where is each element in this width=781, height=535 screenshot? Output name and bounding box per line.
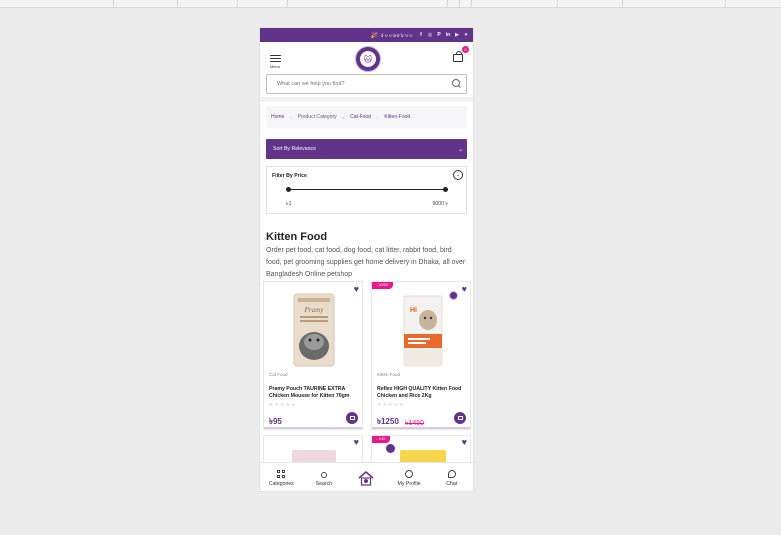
- breadcrumb-kitten-food: Kitten-Food: [384, 114, 411, 120]
- svg-text:Hi: Hi: [410, 307, 417, 314]
- breadcrumb: Home • Product Category • Cat-Food • Kit…: [266, 106, 467, 128]
- breadcrumb-cat-food[interactable]: Cat-Food: [350, 114, 371, 120]
- filter-title: Filter By Price: [272, 173, 307, 179]
- product-card[interactable]: - ৳200 ♥ Hi Kitten Food Reflex HIGH QUAL…: [371, 281, 471, 430]
- nav-chat[interactable]: Chat: [430, 463, 473, 491]
- home-icon: [358, 470, 375, 486]
- divider: [260, 97, 473, 102]
- browser-top-strip: [0, 0, 781, 8]
- add-to-cart-button[interactable]: [346, 412, 358, 424]
- youtube-icon[interactable]: ▶: [454, 32, 460, 38]
- breadcrumb-separator: •: [290, 114, 292, 120]
- heart-icon[interactable]: ♥: [354, 284, 359, 294]
- svg-text:Pramy: Pramy: [304, 306, 325, 314]
- price-slider-min-handle[interactable]: [286, 187, 291, 192]
- product-title[interactable]: Reflex HIGH QUALITY Kitten Food Chicken …: [377, 386, 465, 400]
- cart-count-badge: 0: [462, 46, 469, 53]
- price-slider-track[interactable]: [288, 189, 446, 190]
- linkedin-icon[interactable]: in: [445, 32, 451, 38]
- nav-home[interactable]: [345, 463, 388, 491]
- nav-profile-label: My Profile: [397, 481, 421, 487]
- breadcrumb-home[interactable]: Home: [271, 114, 284, 120]
- product-category: Kitten Food: [377, 372, 401, 377]
- breadcrumb-separator: •: [342, 114, 345, 120]
- nav-categories-label: Categories: [268, 481, 294, 487]
- nav-search-label: Search: [315, 481, 333, 487]
- menu-label: Menu: [269, 63, 280, 69]
- promo-bar: 🎉 ৫০০৬৮৮০০ f ◎ P in ▶ ✦: [260, 28, 473, 42]
- add-to-cart-button[interactable]: [454, 412, 466, 424]
- twitter-icon[interactable]: ✦: [463, 32, 469, 38]
- promo-phone: 🎉 ৫০০৬৮৮০০: [370, 32, 413, 39]
- bottom-navigation: Categories Search My Profile Chat: [260, 462, 473, 491]
- categories-icon: [277, 470, 285, 478]
- product-category: Cat Food: [269, 372, 288, 377]
- nav-profile[interactable]: My Profile: [388, 463, 431, 491]
- site-header: Menu 🐱 0: [260, 42, 473, 74]
- sort-select[interactable]: Sort By Relevance ⌄: [266, 139, 467, 159]
- filter-collapse-icon[interactable]: ⌄: [453, 170, 463, 180]
- brand-logo-icon: [386, 444, 395, 453]
- cart-icon: [457, 416, 463, 420]
- product-image-pouch[interactable]: Pramy: [284, 292, 344, 368]
- product-title[interactable]: Pramy Pouch TAURINE EXTRA Chicken Mousse…: [269, 386, 357, 400]
- discount-badge: - ৳45: [372, 436, 390, 443]
- heart-icon[interactable]: ♥: [462, 284, 467, 294]
- cart-icon: [349, 416, 355, 420]
- search-icon: [320, 472, 327, 478]
- discount-badge: - ৳200: [372, 282, 393, 289]
- cat-logo-icon: 🐱: [360, 51, 376, 67]
- chat-icon: [447, 470, 456, 478]
- price-max-label: 9000 ৳: [432, 201, 448, 207]
- page-title: Kitten Food: [266, 231, 328, 243]
- chevron-down-icon: ⌄: [457, 146, 463, 153]
- category-description: Order pet food, cat food, dog food, cat …: [266, 247, 466, 278]
- heart-icon[interactable]: ♥: [462, 437, 467, 447]
- facebook-icon[interactable]: f: [418, 32, 424, 38]
- site-logo[interactable]: 🐱: [355, 46, 381, 72]
- search-icon[interactable]: [452, 79, 460, 87]
- hamburger-icon: [267, 54, 283, 63]
- price-filter: Filter By Price ⌄ ৳1 9000 ৳: [266, 166, 467, 214]
- search-input[interactable]: [267, 81, 437, 87]
- product-card[interactable]: ♥: [263, 435, 363, 466]
- heart-icon[interactable]: ♥: [354, 437, 359, 447]
- mobile-viewport: 🎉 ৫০০৬৮৮০০ f ◎ P in ▶ ✦ Menu 🐱 0 Home • …: [259, 27, 474, 492]
- instagram-icon[interactable]: ◎: [427, 32, 433, 38]
- product-card[interactable]: ♥ Pramy Cat Food Pramy Pouch TAURINE EXT…: [263, 281, 363, 430]
- breadcrumb-separator: •: [376, 114, 379, 120]
- nav-chat-label: Chat: [446, 481, 458, 487]
- user-icon: [405, 470, 414, 478]
- pinterest-icon[interactable]: P: [436, 32, 442, 38]
- rating-stars: ★★★★★: [269, 402, 297, 408]
- nav-categories[interactable]: Categories: [260, 463, 303, 491]
- product-card[interactable]: - ৳45 ♥: [371, 435, 471, 466]
- breadcrumb-product-category[interactable]: Product Category: [298, 114, 337, 120]
- nav-search[interactable]: Search: [303, 463, 346, 491]
- price-min-label: ৳1: [286, 201, 292, 207]
- price-slider-max-handle[interactable]: [443, 187, 448, 192]
- cart-button[interactable]: 0: [453, 46, 469, 62]
- search-bar[interactable]: [266, 74, 467, 94]
- menu-button[interactable]: Menu: [267, 53, 283, 69]
- sort-selected-label: Sort By Relevance: [273, 146, 316, 152]
- rating-stars: ★★★★★: [377, 402, 405, 408]
- product-image-bag[interactable]: Hi: [392, 292, 452, 368]
